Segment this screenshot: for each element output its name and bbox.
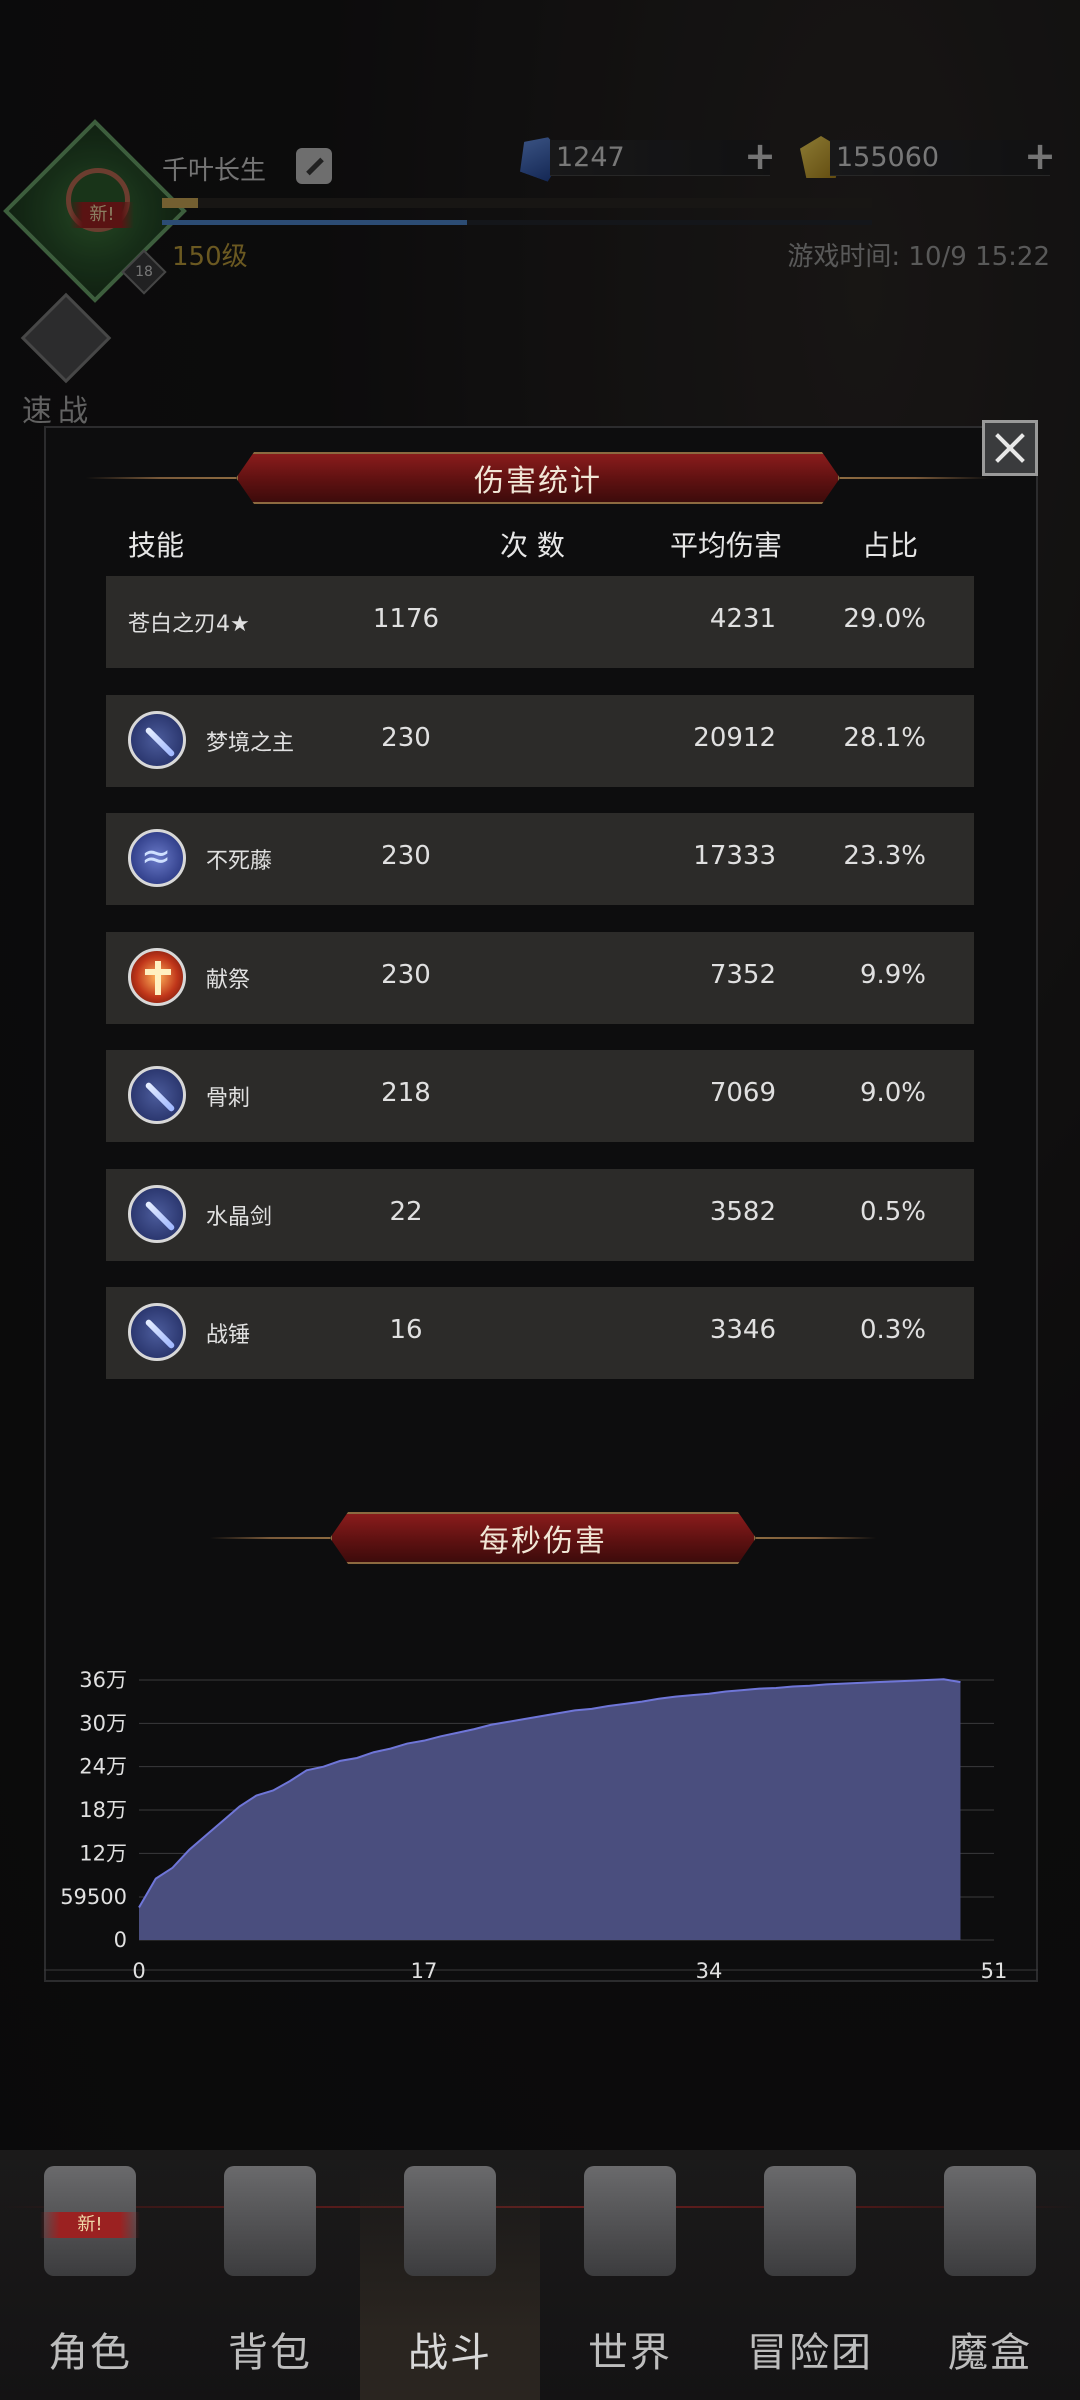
dps-line-left	[210, 1537, 330, 1539]
vine-icon	[128, 829, 186, 887]
nav-item-2[interactable]: 战斗	[360, 2166, 540, 2400]
skill-count: 1176	[372, 604, 440, 634]
backpack-icon	[224, 2166, 316, 2276]
skill-row: 不死藤 230 17333 23.3%	[106, 813, 974, 905]
x-tick-label: 34	[696, 1959, 723, 1983]
skill-avg-damage: 3582	[709, 1196, 776, 1227]
y-tick-label: 59500	[60, 1885, 127, 1909]
skill-count: 22	[389, 1196, 423, 1227]
dps-header: 每秒伤害	[210, 1512, 876, 1564]
skill-row: 骨刺 218 7069 9.0%	[106, 1050, 974, 1142]
sword-shield-icon	[404, 2166, 496, 2276]
col-count: 次 数	[500, 529, 565, 562]
skill-name: 战锤	[206, 1323, 251, 1348]
skill-avg-damage: 4231	[709, 604, 776, 634]
y-tick-label: 30万	[79, 1711, 127, 1735]
nav-item-0[interactable]: 新! 角色	[0, 2166, 180, 2400]
y-tick-label: 24万	[79, 1755, 127, 1779]
cross-icon	[128, 947, 186, 1006]
sword-icon	[128, 1184, 186, 1243]
damage-stats-header: 伤害统计	[86, 452, 990, 504]
skill-count: 16	[389, 1315, 423, 1345]
skill-count: 230	[381, 959, 431, 990]
nav-item-4[interactable]: 冒险团	[720, 2166, 900, 2400]
dps-chart-svg: 0 59500 12万 18万 24万 30万 36万 0 17 34 51	[44, 1668, 1038, 1983]
dps-chart: 0 59500 12万 18万 24万 30万 36万 0 17 34 51	[44, 1640, 1038, 2000]
skill-avg-damage: 17333	[693, 841, 776, 871]
skill-name: 骨刺	[206, 1086, 251, 1111]
skill-share: 0.3%	[859, 1315, 926, 1345]
x-tick-label: 51	[981, 1959, 1008, 1983]
dps-area	[139, 1679, 961, 1940]
dps-line-right	[756, 1537, 876, 1539]
table-header: 技能 次 数 平均伤害 占比	[44, 524, 1038, 564]
close-button[interactable]	[982, 420, 1038, 476]
x-tick-label: 0	[132, 1959, 145, 1983]
skill-row: 梦境之主 230 20912 28.1%	[106, 694, 974, 787]
nav-item-5[interactable]: 魔盒	[900, 2166, 1080, 2400]
x-tick-label: 17	[411, 1959, 438, 1983]
sword-icon	[128, 1066, 186, 1124]
y-tick-label: 12万	[79, 1841, 127, 1865]
nav-new-badge: 新!	[40, 2212, 140, 2238]
nav-label: 世界	[588, 2330, 672, 2376]
col-share: 占比	[862, 529, 919, 562]
skill-avg-damage: 7069	[709, 1078, 776, 1108]
skill-row: 献祭 230 7352 9.9%	[106, 931, 974, 1024]
skill-row: 水晶剑 22 3582 0.5%	[106, 1168, 974, 1261]
y-tick-label: 36万	[79, 1668, 127, 1692]
nav-label: 战斗	[408, 2330, 492, 2376]
skill-name: 不死藤	[206, 849, 273, 874]
nav-label: 魔盒	[948, 2330, 1032, 2376]
y-tick-label: 18万	[79, 1798, 127, 1822]
skill-avg-damage: 3346	[709, 1315, 776, 1345]
sword-icon	[128, 1303, 186, 1361]
nav-item-1[interactable]: 背包	[180, 2166, 360, 2400]
skill-share: 29.0%	[843, 604, 926, 634]
dps-title: 每秒伤害	[330, 1512, 756, 1564]
skill-name: 水晶剑	[206, 1204, 273, 1230]
skill-share: 28.1%	[843, 722, 926, 753]
skill-share: 9.9%	[859, 959, 926, 990]
box-icon	[944, 2166, 1036, 2276]
skill-name: 献祭	[206, 967, 251, 993]
skill-share: 9.0%	[859, 1078, 926, 1108]
map-icon	[584, 2166, 676, 2276]
nav-item-3[interactable]: 世界	[540, 2166, 720, 2400]
nav-label: 背包	[228, 2330, 312, 2376]
castle-icon	[764, 2166, 856, 2276]
skill-row: 战锤 16 3346 0.3%	[106, 1287, 974, 1379]
skill-avg-damage: 20912	[693, 722, 776, 753]
skill-avg-damage: 7352	[709, 959, 776, 990]
skill-count: 230	[381, 722, 431, 753]
skill-share: 23.3%	[843, 841, 926, 871]
skill-name: 梦境之主	[206, 730, 295, 756]
skill-row: 苍白之刃4★ 1176 4231 29.0%	[106, 576, 974, 668]
skill-count: 230	[381, 841, 431, 871]
col-skill: 技能	[128, 529, 185, 562]
skill-share: 0.5%	[859, 1196, 926, 1227]
modal-title: 伤害统计	[236, 452, 840, 504]
header-line-right	[840, 477, 990, 479]
nav-label: 冒险团	[747, 2330, 873, 2376]
col-avg-damage: 平均伤害	[670, 529, 783, 562]
skill-count: 218	[381, 1078, 431, 1108]
nav-label: 角色	[48, 2330, 132, 2376]
skill-name: 苍白之刃4★	[128, 612, 250, 637]
y-tick-label: 0	[114, 1928, 127, 1952]
sword-icon	[128, 710, 186, 769]
header-line-left	[86, 477, 236, 479]
